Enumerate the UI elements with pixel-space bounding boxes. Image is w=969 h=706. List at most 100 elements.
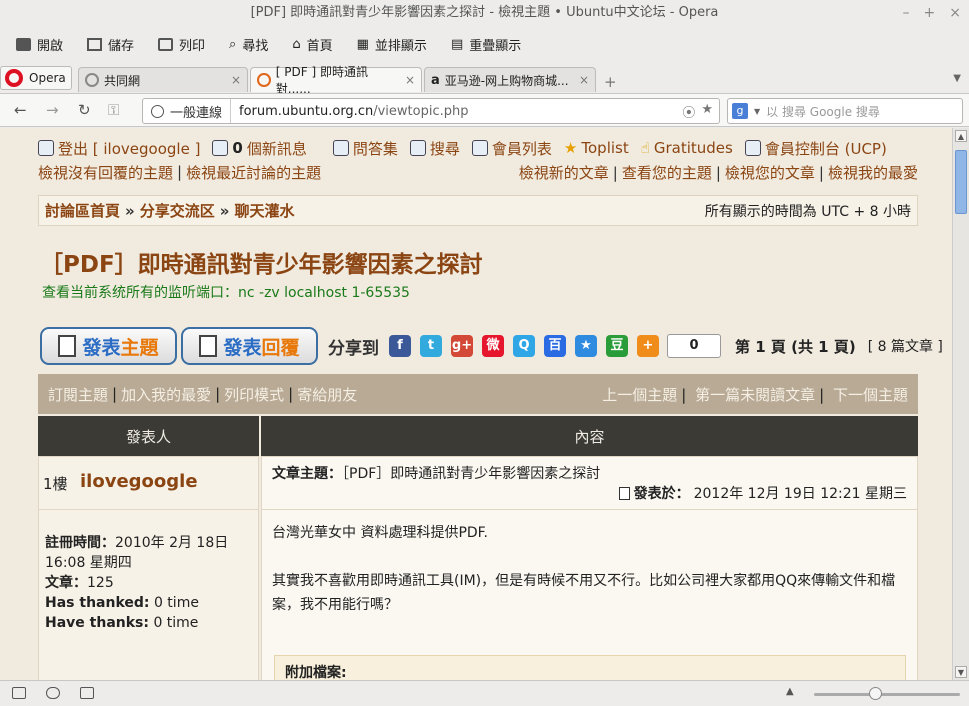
post-subject: 文章主題：［PDF］即時通訊對青少年影響因素之探討 xyxy=(272,466,601,482)
tab-close-icon[interactable]: × xyxy=(579,73,589,87)
tab-close-icon[interactable]: × xyxy=(405,73,415,87)
search-box[interactable]: g ▼ 以 搜尋 Google 搜尋 xyxy=(727,98,963,124)
favorite-star-icon[interactable]: ★ xyxy=(575,335,597,357)
post-floor: 1樓 xyxy=(43,475,68,493)
turbo-icon[interactable] xyxy=(80,687,94,699)
your-posts-link[interactable]: 檢視您的文章 xyxy=(725,164,815,182)
printer-icon xyxy=(158,37,174,51)
facebook-icon[interactable]: f xyxy=(389,335,411,357)
zoom-slider[interactable] xyxy=(814,693,960,696)
post-reply-button[interactable]: 發表 回覆 xyxy=(181,327,318,365)
document-icon xyxy=(58,335,77,357)
maximize-icon[interactable]: + xyxy=(924,0,936,26)
ubuntu-icon xyxy=(257,73,271,87)
subscribe-link[interactable]: 訂閱主題 xyxy=(48,384,108,405)
private-messages-link[interactable]: 0 個新訊息 xyxy=(212,138,307,159)
bookmark-link[interactable]: 加入我的最愛 xyxy=(121,384,211,405)
minimize-icon[interactable]: – xyxy=(903,0,910,26)
post-body: 台灣光華女中 資料處理科提供PDF. 其實我不喜歡用即時通訊工具(IM)，但是有… xyxy=(272,525,896,613)
tab-close-icon[interactable]: × xyxy=(231,73,241,87)
opera-menu-button[interactable]: Opera xyxy=(0,66,72,90)
new-tab-icon[interactable]: + xyxy=(604,73,617,91)
reload-icon[interactable]: ↻ xyxy=(78,101,91,119)
chevron-down-icon[interactable]: ▼ xyxy=(754,107,760,116)
zoom-slider-handle[interactable] xyxy=(869,687,882,700)
favorites-link[interactable]: 檢視我的最愛 xyxy=(828,164,918,182)
panel-toggle-icon[interactable] xyxy=(12,687,26,699)
tab-amazon[interactable]: a 亚马逊-网上购物商城... × xyxy=(424,67,596,92)
home-button[interactable]: ⌂ 首頁 xyxy=(292,35,332,54)
breadcrumb-subsection[interactable]: 聊天灌水 xyxy=(234,200,294,221)
user-icon xyxy=(744,140,761,156)
cloud-icon[interactable] xyxy=(46,687,60,699)
gratitudes-link[interactable]: ☝ Gratitudes xyxy=(641,139,733,157)
post-page-icon[interactable] xyxy=(618,486,630,500)
view-toggle-icon[interactable]: ▲ xyxy=(786,686,794,697)
author-name[interactable]: ilovegoogle xyxy=(80,471,198,492)
weibo-icon[interactable]: 微 xyxy=(482,335,504,357)
scroll-down-icon[interactable]: ▼ xyxy=(955,666,967,678)
vertical-scrollbar[interactable]: ▲ ▼ xyxy=(952,128,969,680)
search-link[interactable]: 搜尋 xyxy=(409,138,460,159)
close-icon[interactable]: × xyxy=(949,0,961,26)
tab-ubuntu-forum[interactable]: [ PDF ] 即時通訊對...... × xyxy=(250,65,422,96)
baidu-icon[interactable]: 百 xyxy=(544,335,566,357)
logout-link[interactable]: 登出 [ ilovegoogle ] xyxy=(38,138,200,159)
scroll-up-icon[interactable]: ▲ xyxy=(955,130,967,142)
back-icon[interactable]: ← xyxy=(14,101,27,119)
members-link[interactable]: 會員列表 xyxy=(471,138,552,159)
cascade-button[interactable]: ▤ 重疊顯示 xyxy=(451,35,521,54)
key-icon[interactable]: ⚿ xyxy=(108,101,119,119)
new-posts-link[interactable]: 檢視新的文章 xyxy=(519,164,609,182)
print-button[interactable]: 列印 xyxy=(158,35,205,54)
find-button[interactable]: ⌕ 尋找 xyxy=(229,35,268,54)
unanswered-link[interactable]: 檢視沒有回覆的主題 xyxy=(38,162,173,183)
power-icon xyxy=(38,140,54,156)
toplist-link[interactable]: ★ Toplist xyxy=(564,139,629,157)
twitter-icon[interactable]: t xyxy=(420,335,442,357)
opera-logo-icon xyxy=(5,69,23,87)
page-content: 登出 [ ilovegoogle ] 0 個新訊息 問答集 搜尋 會員列表 ★ To… xyxy=(0,128,952,680)
list-icon xyxy=(471,140,488,156)
security-indicator[interactable]: 一般連線 xyxy=(143,99,232,123)
save-button[interactable]: 儲存 xyxy=(87,35,134,54)
next-topic-link[interactable]: 下一個主題 xyxy=(833,386,908,404)
first-unread-link[interactable]: 第一篇未閱讀文章 xyxy=(695,386,815,404)
ucp-link[interactable]: 會員控制台 (UCP) xyxy=(744,138,887,159)
document-icon xyxy=(199,335,218,357)
breadcrumb-home[interactable]: 討論區首頁 xyxy=(45,200,120,221)
timezone-info: 所有顯示的時間為 UTC + 8 小時 xyxy=(704,203,911,220)
posts-table-header: 發表人 內容 xyxy=(38,416,918,456)
scrollbar-thumb[interactable] xyxy=(955,150,967,214)
rss-icon[interactable]: ⦿ xyxy=(682,102,695,121)
tile-icon: ▦ xyxy=(356,36,369,52)
your-topics-link[interactable]: 查看您的主題 xyxy=(622,164,712,182)
more-icon[interactable]: + xyxy=(637,335,659,357)
open-button[interactable]: 開啟 xyxy=(16,35,63,54)
active-topics-link[interactable]: 檢視最近討論的主題 xyxy=(186,162,321,183)
page-title[interactable]: ［PDF］即時通訊對青少年影響因素之探討 xyxy=(40,245,483,279)
forward-icon[interactable]: → xyxy=(46,101,59,119)
email-friend-link[interactable]: 寄給朋友 xyxy=(297,384,357,405)
prev-topic-link[interactable]: 上一個主題 xyxy=(602,386,677,404)
douban-icon[interactable]: 豆 xyxy=(606,335,628,357)
new-topic-button[interactable]: 發表 主題 xyxy=(40,327,177,365)
qzone-icon[interactable]: Q xyxy=(513,335,535,357)
breadcrumb-section[interactable]: 分享交流区 xyxy=(140,200,215,221)
url-field[interactable]: forum.ubuntu.org.cn/viewtopic.php xyxy=(231,104,468,119)
google-icon[interactable]: g xyxy=(732,103,748,119)
page-info: 第 1 頁 (共 1 頁) xyxy=(735,337,856,356)
google-plus-icon[interactable]: g+ xyxy=(451,335,473,357)
chevron-down-icon[interactable]: ▼ xyxy=(953,73,961,84)
forum-top-nav: 登出 [ ilovegoogle ] 0 個新訊息 問答集 搜尋 會員列表 ★ To… xyxy=(38,138,918,183)
tile-button[interactable]: ▦ 並排顯示 xyxy=(357,35,427,54)
topic-options-bar: 訂閱主題 | 加入我的最愛 | 列印模式 | 寄給朋友 上一個主題 | 第一篇未閱讀文章… xyxy=(38,374,918,414)
tab-gongtong[interactable]: 共同網 × xyxy=(78,67,248,92)
search-input[interactable]: 以 搜尋 Google 搜尋 xyxy=(766,103,880,120)
faq-link[interactable]: 問答集 xyxy=(332,138,398,159)
bookmark-star-icon[interactable]: ★ xyxy=(701,102,713,121)
thumbs-up-icon: ☝ xyxy=(640,139,650,157)
print-view-link[interactable]: 列印模式 xyxy=(224,384,284,405)
column-content: 內容 xyxy=(261,416,918,456)
address-bar[interactable]: 一般連線 forum.ubuntu.org.cn/viewtopic.php ⦿… xyxy=(142,98,720,124)
